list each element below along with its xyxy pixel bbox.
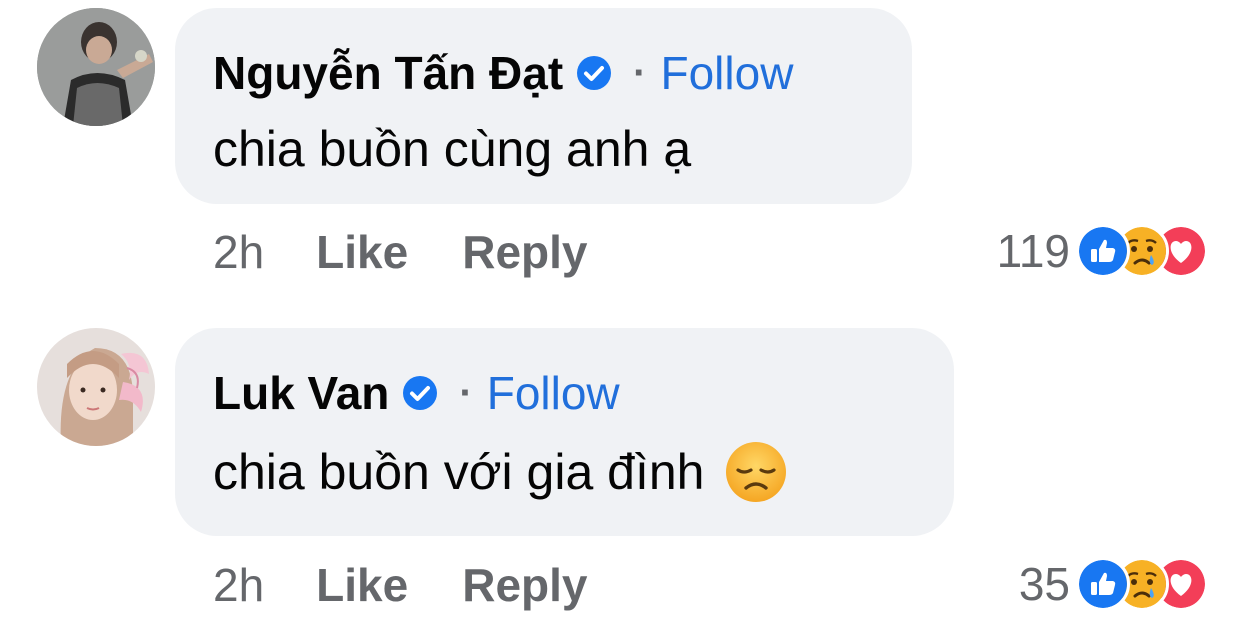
- reaction-count[interactable]: 119: [997, 224, 1070, 278]
- avatar[interactable]: [37, 8, 155, 126]
- reply-button[interactable]: Reply: [462, 225, 587, 279]
- disappointed-face-emoji-icon: [724, 440, 788, 504]
- reaction-icons[interactable]: [1076, 557, 1208, 611]
- verified-badge-icon: [575, 54, 613, 92]
- comment-header: Nguyễn Tấn Đạt · Follow: [213, 46, 793, 100]
- comment-bubble: Luk Van · Follow chia buồn với gia đình: [175, 328, 954, 536]
- reaction-summary[interactable]: 35: [1019, 557, 1208, 611]
- like-icon: [1076, 224, 1130, 278]
- author-name[interactable]: Nguyễn Tấn Đạt: [213, 46, 563, 100]
- comment-text-row: chia buồn với gia đình: [213, 440, 788, 504]
- reply-button[interactable]: Reply: [462, 558, 587, 612]
- follow-button[interactable]: Follow: [660, 46, 793, 100]
- comment-actions: 2h Like Reply: [213, 225, 641, 279]
- reaction-count[interactable]: 35: [1019, 557, 1070, 611]
- like-button[interactable]: Like: [316, 558, 408, 612]
- comment-text: chia buồn cùng anh ạ: [213, 121, 692, 177]
- separator-dot: ·: [459, 370, 473, 415]
- comment-actions: 2h Like Reply: [213, 558, 641, 612]
- comment-bubble: Nguyễn Tấn Đạt · Follow chia buồn cùng a…: [175, 8, 912, 204]
- avatar[interactable]: [37, 328, 155, 446]
- comment-timestamp[interactable]: 2h: [213, 558, 264, 612]
- follow-button[interactable]: Follow: [487, 366, 620, 420]
- comment-text: chia buồn với gia đình: [213, 444, 705, 500]
- like-icon: [1076, 557, 1130, 611]
- comment-item: Luk Van · Follow chia buồn với gia đình: [0, 320, 1242, 643]
- like-button[interactable]: Like: [316, 225, 408, 279]
- verified-badge-icon: [401, 374, 439, 412]
- comment-item: Nguyễn Tấn Đạt · Follow chia buồn cùng a…: [0, 0, 1242, 300]
- separator-dot: ·: [633, 50, 647, 95]
- comment-timestamp[interactable]: 2h: [213, 225, 264, 279]
- author-name[interactable]: Luk Van: [213, 366, 389, 420]
- comment-header: Luk Van · Follow: [213, 366, 620, 420]
- reaction-summary[interactable]: 119: [997, 224, 1208, 278]
- reaction-icons[interactable]: [1076, 224, 1208, 278]
